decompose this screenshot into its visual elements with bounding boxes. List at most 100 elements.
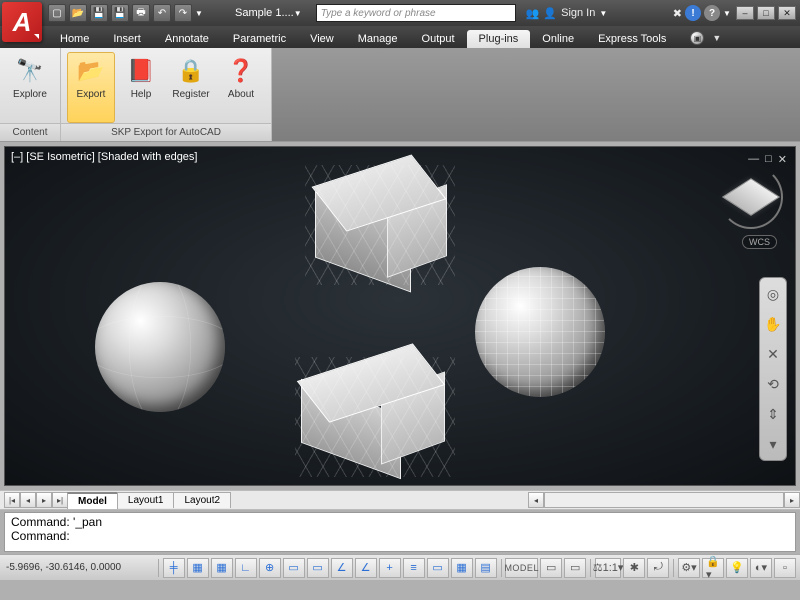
drawing-area: [–] [SE Isometric] [Shaded with edges] —… xyxy=(0,142,800,490)
navigation-bar: ◎ ✋ ✕ ⟲ ⇕ ▾ xyxy=(759,277,787,461)
search-input[interactable]: Type a keyword or phrase xyxy=(316,4,516,22)
hscroll-left-button[interactable]: ◂ xyxy=(528,492,544,508)
restore-button[interactable]: □ xyxy=(757,6,775,20)
tab-online[interactable]: Online xyxy=(530,30,586,48)
quickview-layouts-button[interactable]: ▭ xyxy=(540,558,562,578)
layout-next-button[interactable]: ▸ xyxy=(36,492,52,508)
hscroll-right-button[interactable]: ▸ xyxy=(784,492,800,508)
annotation-visibility-button[interactable]: ✱ xyxy=(623,558,645,578)
command-history-line: Command: '_pan xyxy=(11,515,789,529)
dyn-button[interactable]: + xyxy=(379,558,401,578)
ribbon-empty xyxy=(272,48,800,141)
qat-undo-icon[interactable]: ↶ xyxy=(153,4,171,22)
sc-button[interactable]: ▤ xyxy=(475,558,497,578)
view-cube[interactable] xyxy=(719,165,783,229)
grid-button[interactable]: ▦ xyxy=(211,558,233,578)
quickview-drawings-button[interactable]: ▭ xyxy=(564,558,586,578)
ortho-button[interactable]: ∟ xyxy=(235,558,257,578)
scale-icon: ⚖ xyxy=(593,561,603,574)
ribbon-panel-skp-export: 📂 Export 📕 Help 🔒 Register ❓ About SKP E… xyxy=(61,48,272,141)
toolbar-lock-button[interactable]: 🔒▾ xyxy=(702,558,724,578)
ribbon-minimize-icon[interactable]: ▼ xyxy=(712,33,721,43)
register-button[interactable]: 🔒 Register xyxy=(167,52,215,123)
autoscale-button[interactable]: ⤾ xyxy=(647,558,669,578)
explore-label: Explore xyxy=(13,89,47,100)
qat-redo-icon[interactable]: ↷ xyxy=(174,4,192,22)
tab-view[interactable]: View xyxy=(298,30,346,48)
qat-print-icon[interactable]: 🖶 xyxy=(132,4,150,22)
snap-mode-button[interactable]: ▦ xyxy=(187,558,209,578)
showmotion-icon[interactable]: ⇕ xyxy=(763,404,783,424)
help-dropdown-icon[interactable]: ▼ xyxy=(723,8,733,18)
clean-screen-button[interactable]: ▫ xyxy=(774,558,796,578)
help-button[interactable]: 📕 Help xyxy=(117,52,165,123)
featured-apps-icon[interactable]: ▣ xyxy=(690,31,704,45)
layout-tab-model[interactable]: Model xyxy=(67,492,118,509)
tab-home[interactable]: Home xyxy=(48,30,101,48)
panel-title-skp: SKP Export for AutoCAD xyxy=(61,123,271,141)
qp-button[interactable]: ▦ xyxy=(451,558,473,578)
pan-icon[interactable]: ✋ xyxy=(763,314,783,334)
lwt-button[interactable]: ≡ xyxy=(403,558,425,578)
layout-prev-button[interactable]: ◂ xyxy=(20,492,36,508)
orbit-icon[interactable]: ⟲ xyxy=(763,374,783,394)
hardware-accel-button[interactable]: 💡 xyxy=(726,558,748,578)
close-button[interactable]: ✕ xyxy=(778,6,796,20)
exchange-icon[interactable]: ✖ xyxy=(673,7,682,20)
viewport[interactable]: [–] [SE Isometric] [Shaded with edges] —… xyxy=(4,146,796,486)
user-icon: 👤 xyxy=(543,7,557,20)
viewport-label[interactable]: [–] [SE Isometric] [Shaded with edges] xyxy=(11,151,197,163)
isolate-objects-button[interactable]: ◐▾ xyxy=(750,558,772,578)
coordinates-readout[interactable]: -5.9696, -30.6146, 0.0000 xyxy=(4,562,154,573)
3dosnap-button[interactable]: ▭ xyxy=(307,558,329,578)
tab-output[interactable]: Output xyxy=(410,30,467,48)
qat-open-icon[interactable]: 📂 xyxy=(69,4,87,22)
layout-tab-layout2[interactable]: Layout2 xyxy=(173,492,231,508)
tab-annotate[interactable]: Annotate xyxy=(153,30,221,48)
tab-parametric[interactable]: Parametric xyxy=(221,30,298,48)
explore-button[interactable]: 🔭 Explore xyxy=(6,52,54,123)
otrack-button[interactable]: ∠ xyxy=(331,558,353,578)
about-button[interactable]: ❓ About xyxy=(217,52,265,123)
signin-dropdown-icon[interactable]: ▼ xyxy=(599,8,609,18)
polar-button[interactable]: ⊕ xyxy=(259,558,281,578)
qat-saveas-icon[interactable]: 💾 xyxy=(111,4,129,22)
layout-tab-layout1[interactable]: Layout1 xyxy=(117,492,175,508)
app-menu-button[interactable]: A xyxy=(2,2,42,42)
sign-in-button[interactable]: 👥 👤 Sign In ▼ xyxy=(526,7,610,20)
tab-manage[interactable]: Manage xyxy=(346,30,410,48)
export-button[interactable]: 📂 Export xyxy=(67,52,115,123)
layout-first-button[interactable]: |◂ xyxy=(4,492,20,508)
fullnav-wheel-icon[interactable]: ◎ xyxy=(763,284,783,304)
ducs-button[interactable]: ∠ xyxy=(355,558,377,578)
nav-more-icon[interactable]: ▾ xyxy=(763,434,783,454)
ribbon-tab-strip: Home Insert Annotate Parametric View Man… xyxy=(0,26,800,48)
minimize-button[interactable]: – xyxy=(736,6,754,20)
tab-express-tools[interactable]: Express Tools xyxy=(586,30,678,48)
help-label: Help xyxy=(131,89,152,100)
tab-insert[interactable]: Insert xyxy=(101,30,153,48)
model-sphere-right-wire xyxy=(475,267,605,397)
exclaim-icon[interactable]: ! xyxy=(685,5,701,21)
infer-constraints-button[interactable]: ╪ xyxy=(163,558,185,578)
layout-last-button[interactable]: ▸| xyxy=(52,492,68,508)
zoom-extents-icon[interactable]: ✕ xyxy=(763,344,783,364)
export-label: Export xyxy=(77,89,106,100)
title-dropdown-icon[interactable]: ▼ xyxy=(294,8,304,18)
annotation-scale-button[interactable]: ⚖ 1:1▾ xyxy=(595,558,622,578)
sign-in-label: Sign In xyxy=(561,7,595,19)
workspace-switching-button[interactable]: ⚙▾ xyxy=(678,558,700,578)
book-icon: 📕 xyxy=(125,55,157,87)
osnap-button[interactable]: ▭ xyxy=(283,558,305,578)
help-icon[interactable]: ? xyxy=(704,5,720,21)
ribbon-panel-content: 🔭 Explore Content xyxy=(0,48,61,141)
wcs-badge[interactable]: WCS xyxy=(742,235,777,249)
command-window[interactable]: Command: '_pan Command: xyxy=(4,512,796,552)
hscroll-track[interactable] xyxy=(544,492,784,508)
tab-plugins[interactable]: Plug-ins xyxy=(467,30,531,48)
model-space-button[interactable]: MODEL xyxy=(505,558,538,578)
tpy-button[interactable]: ▭ xyxy=(427,558,449,578)
qat-save-icon[interactable]: 💾 xyxy=(90,4,108,22)
qat-more-icon[interactable]: ▼ xyxy=(195,8,205,18)
qat-new-icon[interactable]: ▢ xyxy=(48,4,66,22)
